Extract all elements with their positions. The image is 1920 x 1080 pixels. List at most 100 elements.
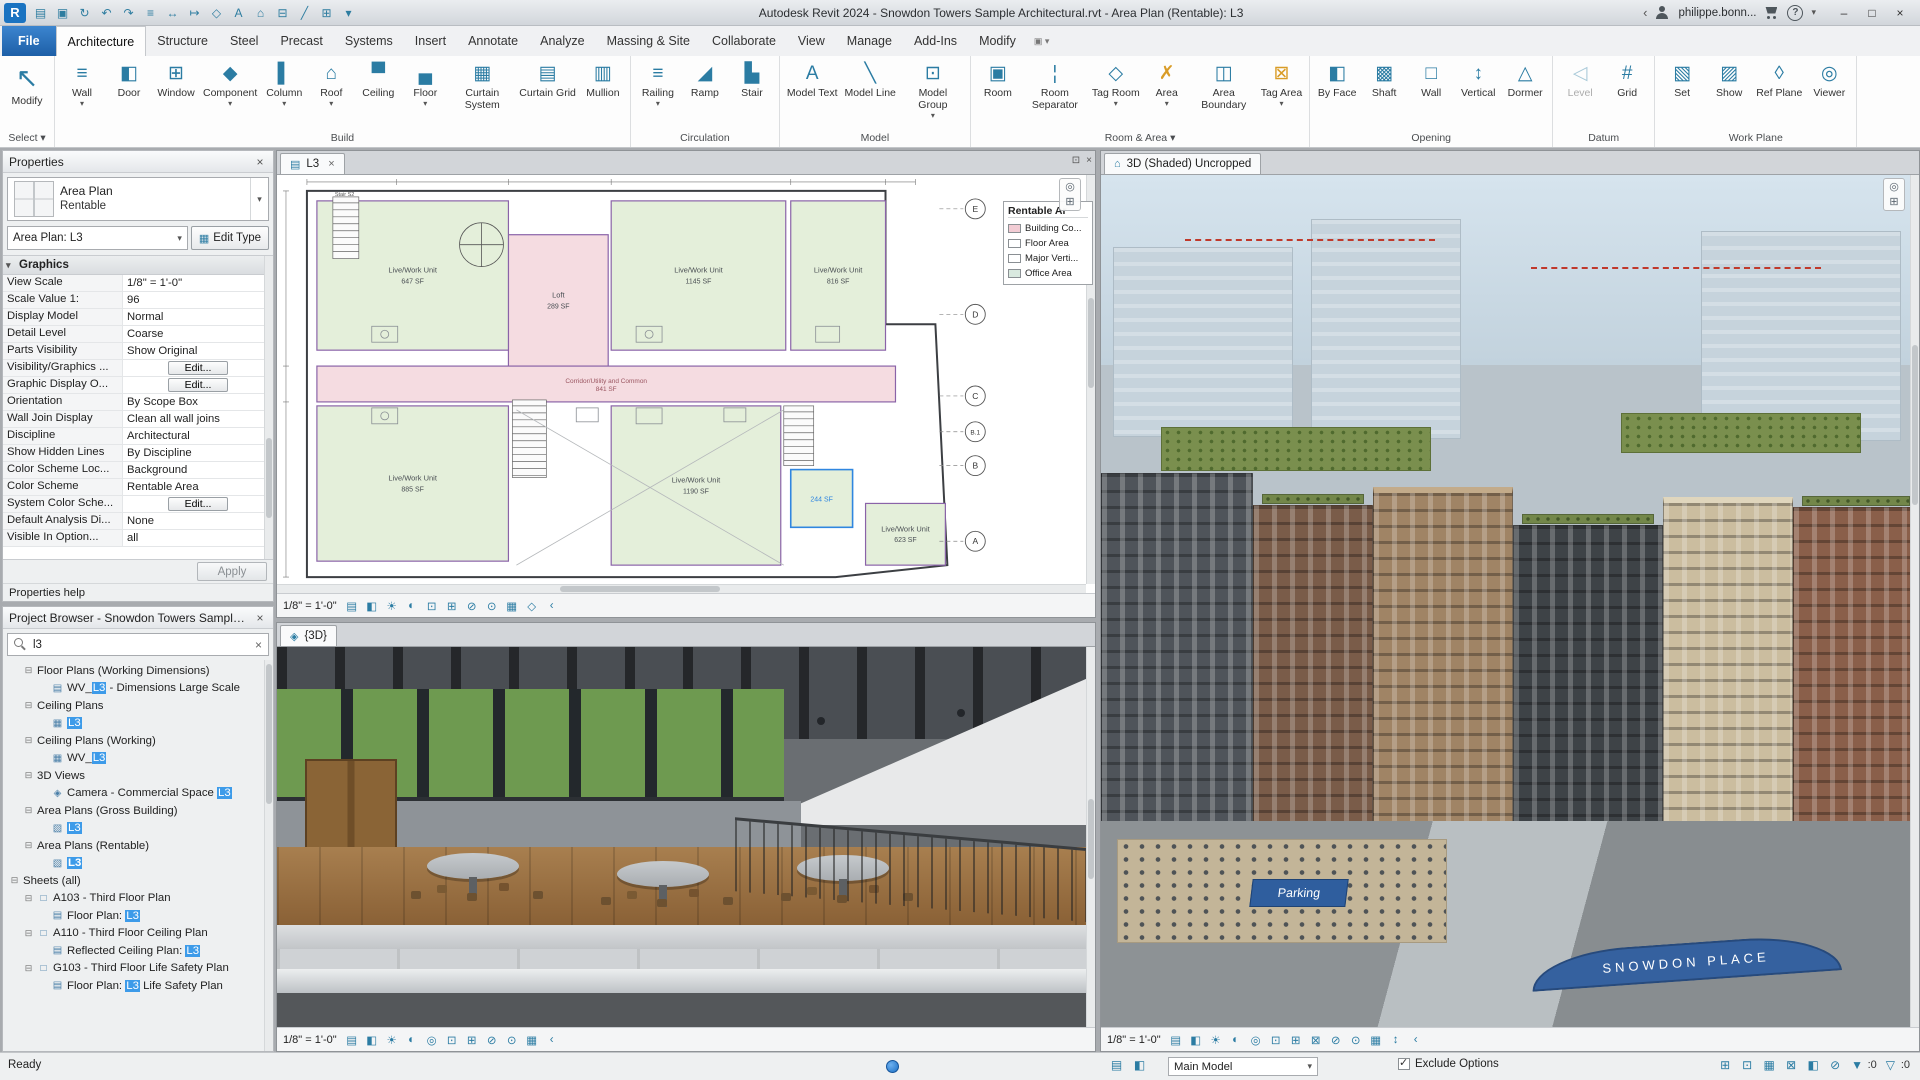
browser-item-camera-commercial-space-l3[interactable]: ·◈Camera - Commercial Space L3	[3, 785, 273, 803]
browser-item-a103-third-floor-plan[interactable]: ⊟ □ A103 - Third Floor Plan	[3, 890, 273, 908]
tag-room-button[interactable]: ◇ Tag Room ▾	[1089, 58, 1143, 129]
panel-label-circulation[interactable]: Circulation	[633, 130, 777, 147]
crop-view-icon[interactable]: ⊡	[424, 599, 440, 613]
wall-button[interactable]: ≡ Wall ▾	[59, 58, 105, 129]
sun-path-icon[interactable]: ☀	[1208, 1033, 1224, 1047]
scroll-left-icon[interactable]: ‹	[544, 600, 560, 612]
clear-search-icon[interactable]: ×	[255, 638, 262, 652]
browser-scrollbar[interactable]	[264, 660, 273, 1051]
view-selector-combo[interactable]: Area Plan: L3 ▾	[7, 226, 188, 250]
area-live-work-unit[interactable]: Live/Work Unit 885 SF	[316, 405, 510, 562]
ribbon-tab-systems[interactable]: Systems	[334, 26, 404, 56]
graphics-group-header[interactable]: Graphics	[3, 256, 273, 275]
steering-wheel-icon[interactable]: ◎	[1889, 181, 1899, 193]
signed-in-user[interactable]: philippe.bonn...	[1678, 7, 1756, 19]
collapse-node-icon[interactable]: ⊟	[23, 893, 34, 904]
browser-item-area-plans-rentable[interactable]: ⊟ Area Plans (Rentable)	[3, 837, 273, 855]
ribbon-tab-steel[interactable]: Steel	[219, 26, 270, 56]
plan-scale[interactable]: 1/8" = 1'-0"	[283, 600, 337, 612]
navigation-bar[interactable]: ◎ ⊞	[1059, 178, 1081, 211]
temporary-view-properties-icon[interactable]: ▦	[504, 599, 520, 613]
area-boundary-button[interactable]: ◫ Area Boundary	[1191, 58, 1257, 129]
navigation-bar[interactable]: ◎ ⊞	[1883, 178, 1905, 211]
ribbon-tab-annotate[interactable]: Annotate	[457, 26, 529, 56]
save-icon[interactable]: ▣	[52, 3, 73, 23]
show-crop-region-icon[interactable]: ⊞	[464, 1033, 480, 1047]
browser-scrollbar-thumb[interactable]	[266, 664, 272, 804]
property-value[interactable]: Architectural	[123, 428, 273, 444]
temporary-view-properties-icon[interactable]: ▦	[524, 1033, 540, 1047]
hide-analytical-model-icon[interactable]: ◇	[524, 599, 540, 613]
temporary-hide-isolate-icon[interactable]: ⊘	[464, 599, 480, 613]
tab-l3-area-plan[interactable]: ▤ L3 ×	[280, 153, 345, 174]
browser-item-g103-third-floor-life-safety-plan[interactable]: ⊟ □ G103 - Third Floor Life Safety Plan	[3, 960, 273, 978]
ramp-button[interactable]: ◢ Ramp	[682, 58, 728, 129]
select-elements-by-face-icon[interactable]: ◧	[1805, 1058, 1822, 1072]
viewer-button[interactable]: ◎ Viewer	[1806, 58, 1852, 129]
shadows-icon[interactable]: ◐	[1228, 1034, 1244, 1046]
shadows-icon[interactable]: ◐	[404, 600, 420, 612]
modify-button[interactable]: ↖ Modify	[4, 58, 50, 129]
floor-button[interactable]: ▄ Floor ▾	[402, 58, 448, 129]
project-browser-title-bar[interactable]: Project Browser - Snowdon Towers Sample …	[3, 607, 273, 629]
property-value[interactable]: all	[123, 530, 273, 546]
collapse-node-icon[interactable]: ⊟	[23, 665, 34, 676]
door-button[interactable]: ◧ Door	[106, 58, 152, 129]
restore-view-icon[interactable]: ⊡	[1072, 155, 1080, 166]
reveal-hidden-elements-icon[interactable]: ⊙	[504, 1033, 520, 1047]
tab-3d-default[interactable]: ◈ {3D}	[280, 625, 337, 646]
visibility-graphics-edit-button[interactable]: Edit...	[167, 361, 229, 375]
curtain-system-button[interactable]: ▦ Curtain System	[449, 58, 515, 129]
roof-button[interactable]: ⌂ Roof ▾	[308, 58, 354, 129]
by-face-button[interactable]: ◧ By Face	[1314, 58, 1360, 129]
properties-close-icon[interactable]: ×	[253, 155, 267, 169]
scroll-left-icon[interactable]: ‹	[544, 1034, 560, 1046]
type-selector[interactable]: Area Plan Rentable ▾	[7, 177, 269, 221]
collapse-node-icon[interactable]: ⊟	[23, 840, 34, 851]
design-options-icon[interactable]: ◧	[1131, 1058, 1148, 1072]
select-links-icon[interactable]: ⊡	[1739, 1058, 1756, 1072]
close-view-tab-icon[interactable]: ×	[328, 158, 334, 170]
crop-view-icon[interactable]: ⊡	[444, 1033, 460, 1047]
browser-item-sheets-all[interactable]: ⊟ Sheets (all)	[3, 872, 273, 890]
panel-label-build[interactable]: Build	[57, 130, 628, 147]
render-icon[interactable]: ◎	[424, 1033, 440, 1047]
grid-button[interactable]: # Grid	[1604, 58, 1650, 129]
visual-style-icon[interactable]: ◧	[1188, 1033, 1204, 1047]
interior-scale[interactable]: 1/8" = 1'-0"	[283, 1034, 337, 1046]
browser-item-l3[interactable]: ·▧L3	[3, 820, 273, 838]
properties-scrollbar[interactable]	[264, 256, 273, 559]
store-cart-icon[interactable]	[1764, 7, 1779, 19]
temporary-view-properties-icon[interactable]: ▦	[1368, 1033, 1384, 1047]
grid-bubble-b-1[interactable]: B.1	[939, 421, 986, 443]
shaft-button[interactable]: ▩ Shaft	[1361, 58, 1407, 129]
browser-item-area-plans-gross-building[interactable]: ⊟ Area Plans (Gross Building)	[3, 802, 273, 820]
collapse-node-icon[interactable]: ⊟	[23, 963, 34, 974]
design-options-combo[interactable]: Main Model ▾	[1168, 1057, 1318, 1076]
browser-item-3d-views[interactable]: ⊟ 3D Views	[3, 767, 273, 785]
browser-item-l3[interactable]: ·▦L3	[3, 715, 273, 733]
railing-button[interactable]: ≡ Railing ▾	[635, 58, 681, 129]
user-avatar-icon[interactable]	[1655, 5, 1670, 20]
default-3d-view-icon[interactable]: ⌂	[250, 3, 271, 23]
interior-3d-canvas[interactable]	[277, 647, 1095, 1027]
property-value[interactable]: Normal	[123, 309, 273, 325]
browser-item-ceiling-plans[interactable]: ⊟ Ceiling Plans	[3, 697, 273, 715]
properties-title-bar[interactable]: Properties ×	[3, 151, 273, 173]
minimize-button[interactable]: –	[1830, 2, 1858, 24]
graphic-display-o-edit-button[interactable]: Edit...	[167, 378, 229, 392]
model-group-button[interactable]: ⊡ Model Group ▾	[900, 58, 966, 129]
browser-item-reflected-ceiling-plan-l3[interactable]: ·▤Reflected Ceiling Plan: L3	[3, 942, 273, 960]
browser-item-floor-plan-l3-life-safety-plan[interactable]: ·▤Floor Plan: L3 Life Safety Plan	[3, 977, 273, 995]
zoom-tools-icon[interactable]: ⊞	[1889, 196, 1898, 208]
area-button[interactable]: ✗ Area ▾	[1144, 58, 1190, 129]
panel-label-room-area[interactable]: Room & Area ▾	[973, 130, 1307, 147]
active-workset-icon[interactable]: ▤	[1108, 1058, 1125, 1072]
room-button[interactable]: ▣ Room	[975, 58, 1021, 129]
property-value[interactable]: Coarse	[123, 326, 273, 342]
visual-style-icon[interactable]: ◧	[364, 1033, 380, 1047]
select-underlay-elements-icon[interactable]: ▦	[1761, 1058, 1778, 1072]
ref-plane-button[interactable]: ◊ Ref Plane	[1753, 58, 1805, 129]
switch-windows-icon[interactable]: ⊞	[316, 3, 337, 23]
collapse-node-icon[interactable]: ⊟	[9, 875, 20, 886]
